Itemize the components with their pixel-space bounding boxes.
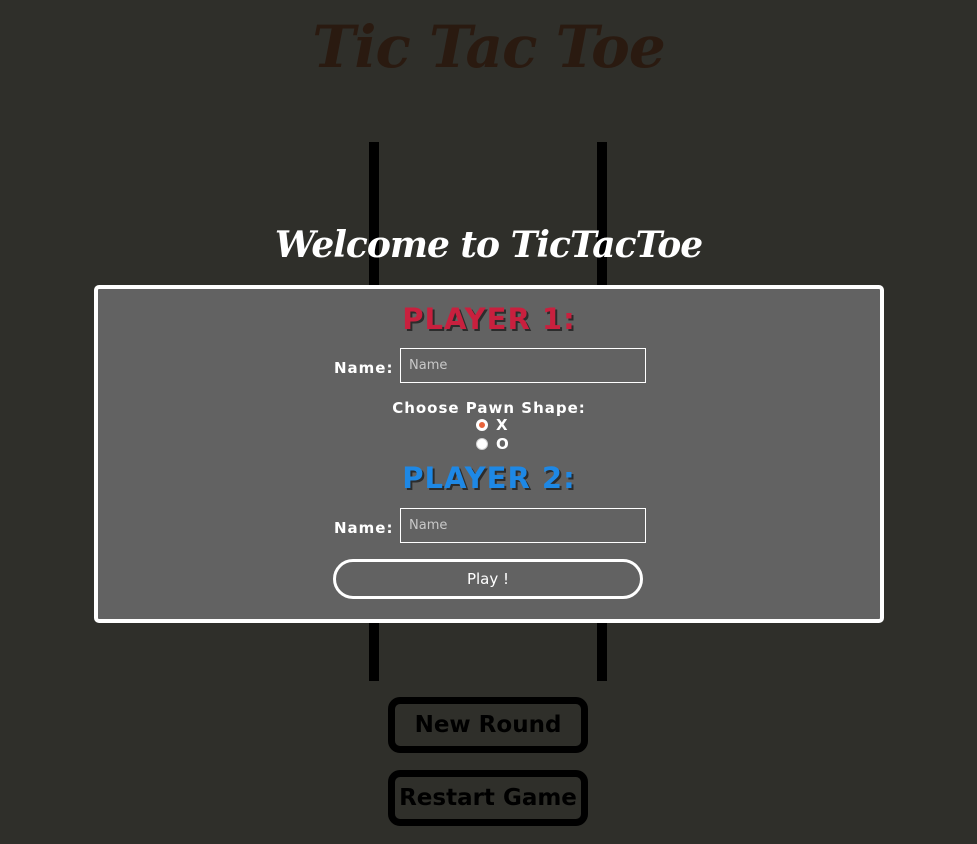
player-2-name-input[interactable] (400, 508, 646, 543)
pawn-shape-label: Choose Pawn Shape: (392, 399, 586, 417)
player-setup-modal: PLAYER 1: Name: Choose Pawn Shape: X O P… (94, 285, 884, 623)
restart-game-button[interactable]: Restart Game (388, 770, 588, 826)
player-1-heading: PLAYER 1: (402, 302, 576, 336)
pawn-option-o[interactable]: O (476, 435, 509, 453)
player-2-name-label: Name: (334, 519, 394, 537)
pawn-option-x[interactable]: X (476, 416, 508, 434)
pawn-x-label: X (496, 416, 508, 434)
player-2-heading: PLAYER 2: (402, 461, 576, 495)
new-round-button[interactable]: New Round (388, 697, 588, 753)
page-title: Tic Tac Toe (312, 13, 666, 81)
pawn-o-label: O (496, 435, 509, 453)
player-1-name-label: Name: (334, 359, 394, 377)
pawn-x-radio[interactable] (476, 419, 488, 431)
player-1-name-input[interactable] (400, 348, 646, 383)
welcome-title: Welcome to TicTacToe (274, 224, 703, 266)
play-button[interactable]: Play ! (333, 559, 643, 599)
pawn-o-radio[interactable] (476, 438, 488, 450)
